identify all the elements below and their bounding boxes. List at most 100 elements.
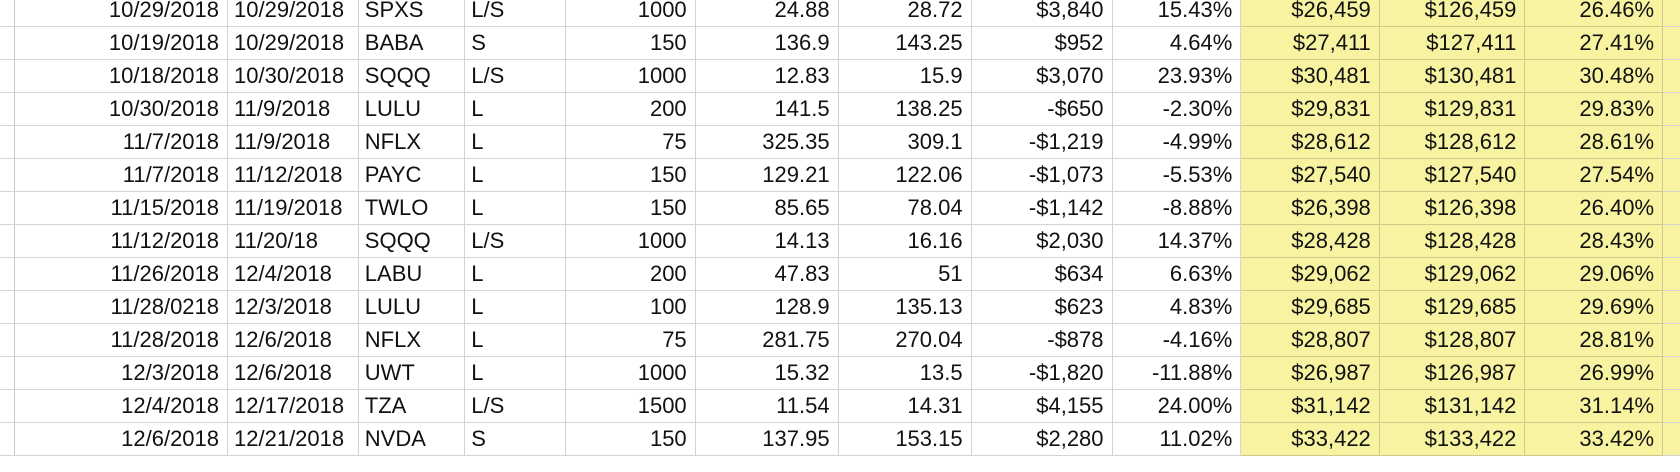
cell-entry-date[interactable]: 11/12/2018 [14, 224, 229, 258]
cell-side[interactable]: L [464, 125, 566, 159]
cell-total-return[interactable]: 29.69% [1524, 290, 1664, 324]
cell-shares[interactable]: 75 [565, 323, 696, 357]
cell-exit-price[interactable]: 51 [838, 257, 972, 291]
offscreen-column-cell[interactable] [1662, 0, 1680, 27]
cell-total-return[interactable]: 33.42% [1524, 422, 1664, 456]
cell-entry-date[interactable]: 11/28/0218 [14, 290, 229, 324]
cell-total-return[interactable]: 29.06% [1524, 257, 1664, 291]
cell-account-balance[interactable]: $129,685 [1379, 290, 1526, 324]
cell-profit-loss[interactable]: $3,070 [971, 59, 1113, 93]
cell-account-balance[interactable]: $127,411 [1379, 26, 1526, 60]
offscreen-column-cell[interactable] [1662, 356, 1680, 390]
cell-exit-date[interactable]: 10/29/2018 [227, 0, 359, 27]
cell-percent-change[interactable]: 15.43% [1112, 0, 1242, 27]
cell-profit-loss[interactable]: $634 [971, 257, 1113, 291]
cell-total-return[interactable]: 30.48% [1524, 59, 1664, 93]
cell-entry-date[interactable]: 12/3/2018 [14, 356, 229, 390]
cell-cumulative-pl[interactable]: $28,612 [1240, 125, 1380, 159]
cell-exit-price[interactable]: 153.15 [838, 422, 972, 456]
cell-account-balance[interactable]: $128,807 [1379, 323, 1526, 357]
cell-entry-price[interactable]: 11.54 [695, 389, 839, 423]
cell-account-balance[interactable]: $126,459 [1379, 0, 1526, 27]
cell-exit-price[interactable]: 135.13 [838, 290, 972, 324]
cell-exit-price[interactable]: 28.72 [838, 0, 972, 27]
cell-entry-price[interactable]: 129.21 [695, 158, 839, 192]
cell-cumulative-pl[interactable]: $27,540 [1240, 158, 1380, 192]
cell-side[interactable]: L/S [464, 389, 566, 423]
cell-entry-date[interactable]: 11/7/2018 [14, 125, 229, 159]
cell-ticker[interactable]: BABA [358, 26, 466, 60]
row-gutter-cell[interactable] [0, 257, 15, 291]
cell-percent-change[interactable]: 4.83% [1112, 290, 1242, 324]
cell-total-return[interactable]: 31.14% [1524, 389, 1664, 423]
cell-entry-date[interactable]: 11/26/2018 [14, 257, 229, 291]
cell-shares[interactable]: 1500 [565, 389, 696, 423]
cell-percent-change[interactable]: -8.88% [1112, 191, 1242, 225]
cell-account-balance[interactable]: $127,540 [1379, 158, 1526, 192]
cell-entry-price[interactable]: 15.32 [695, 356, 839, 390]
offscreen-column-cell[interactable] [1662, 191, 1680, 225]
cell-entry-date[interactable]: 11/15/2018 [14, 191, 229, 225]
cell-percent-change[interactable]: 24.00% [1112, 389, 1242, 423]
cell-ticker[interactable]: NVDA [358, 422, 466, 456]
cell-percent-change[interactable]: -4.99% [1112, 125, 1242, 159]
cell-exit-price[interactable]: 78.04 [838, 191, 972, 225]
cell-entry-price[interactable]: 137.95 [695, 422, 839, 456]
cell-exit-date[interactable]: 11/20/18 [227, 224, 359, 258]
cell-percent-change[interactable]: 23.93% [1112, 59, 1242, 93]
cell-exit-price[interactable]: 13.5 [838, 356, 972, 390]
cell-cumulative-pl[interactable]: $28,807 [1240, 323, 1380, 357]
cell-cumulative-pl[interactable]: $30,481 [1240, 59, 1380, 93]
cell-exit-date[interactable]: 11/9/2018 [227, 125, 359, 159]
cell-entry-date[interactable]: 10/18/2018 [14, 59, 229, 93]
cell-account-balance[interactable]: $130,481 [1379, 59, 1526, 93]
cell-side[interactable]: L [464, 356, 566, 390]
cell-total-return[interactable]: 29.83% [1524, 92, 1664, 126]
cell-ticker[interactable]: NFLX [358, 125, 466, 159]
cell-side[interactable]: L [464, 257, 566, 291]
cell-cumulative-pl[interactable]: $29,685 [1240, 290, 1380, 324]
cell-cumulative-pl[interactable]: $29,062 [1240, 257, 1380, 291]
cell-percent-change[interactable]: 6.63% [1112, 257, 1242, 291]
cell-side[interactable]: S [464, 422, 566, 456]
cell-profit-loss[interactable]: -$1,142 [971, 191, 1113, 225]
cell-exit-price[interactable]: 15.9 [838, 59, 972, 93]
row-gutter-cell[interactable] [0, 158, 15, 192]
cell-exit-date[interactable]: 11/19/2018 [227, 191, 359, 225]
cell-cumulative-pl[interactable]: $28,428 [1240, 224, 1380, 258]
cell-percent-change[interactable]: -2.30% [1112, 92, 1242, 126]
cell-account-balance[interactable]: $133,422 [1379, 422, 1526, 456]
cell-exit-price[interactable]: 14.31 [838, 389, 972, 423]
row-gutter-cell[interactable] [0, 323, 15, 357]
cell-exit-date[interactable]: 12/4/2018 [227, 257, 359, 291]
cell-total-return[interactable]: 26.40% [1524, 191, 1664, 225]
cell-ticker[interactable]: SQQQ [358, 59, 466, 93]
row-gutter-cell[interactable] [0, 356, 15, 390]
cell-side[interactable]: L/S [464, 0, 566, 27]
offscreen-column-cell[interactable] [1662, 92, 1680, 126]
cell-account-balance[interactable]: $129,831 [1379, 92, 1526, 126]
row-gutter-cell[interactable] [0, 0, 15, 27]
cell-side[interactable]: L [464, 158, 566, 192]
cell-side[interactable]: L [464, 92, 566, 126]
cell-profit-loss[interactable]: $4,155 [971, 389, 1113, 423]
cell-total-return[interactable]: 26.46% [1524, 0, 1664, 27]
cell-account-balance[interactable]: $131,142 [1379, 389, 1526, 423]
cell-profit-loss[interactable]: $623 [971, 290, 1113, 324]
cell-ticker[interactable]: SPXS [358, 0, 466, 27]
cell-cumulative-pl[interactable]: $27,411 [1240, 26, 1380, 60]
cell-cumulative-pl[interactable]: $31,142 [1240, 389, 1380, 423]
cell-cumulative-pl[interactable]: $29,831 [1240, 92, 1380, 126]
row-gutter-cell[interactable] [0, 389, 15, 423]
cell-profit-loss[interactable]: $952 [971, 26, 1113, 60]
cell-exit-date[interactable]: 12/17/2018 [227, 389, 359, 423]
cell-entry-price[interactable]: 128.9 [695, 290, 839, 324]
cell-total-return[interactable]: 27.54% [1524, 158, 1664, 192]
cell-total-return[interactable]: 28.61% [1524, 125, 1664, 159]
cell-percent-change[interactable]: -11.88% [1112, 356, 1242, 390]
cell-entry-price[interactable]: 141.5 [695, 92, 839, 126]
cell-shares[interactable]: 200 [565, 257, 696, 291]
cell-entry-price[interactable]: 14.13 [695, 224, 839, 258]
row-gutter-cell[interactable] [0, 92, 15, 126]
cell-ticker[interactable]: LABU [358, 257, 466, 291]
